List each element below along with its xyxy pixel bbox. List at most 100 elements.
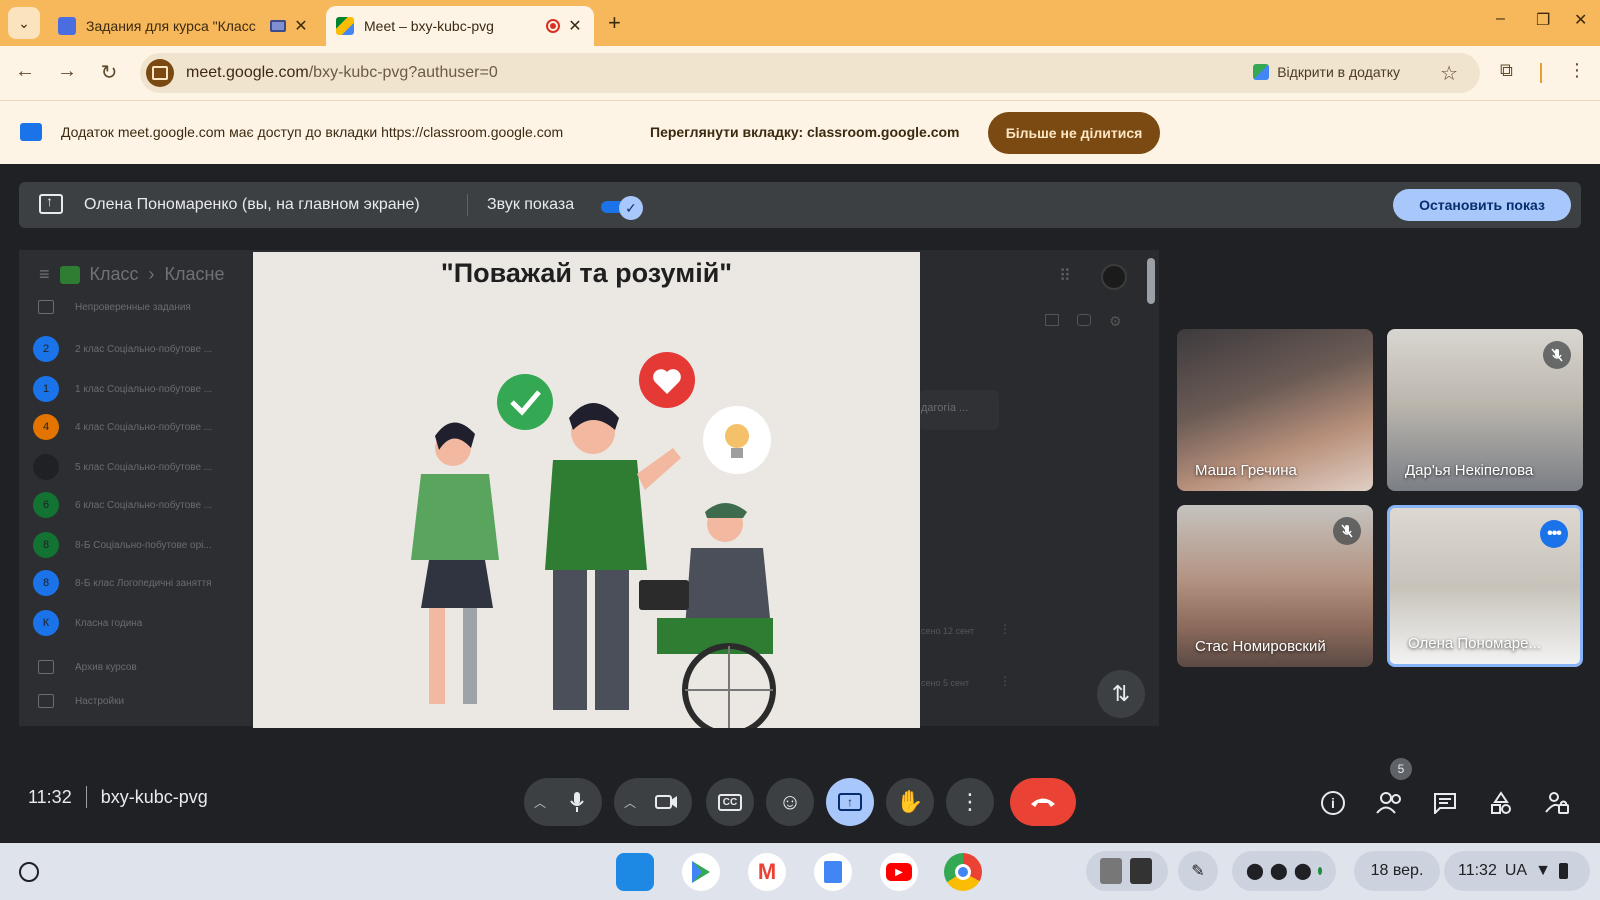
stop-presenting-button[interactable]: Остановить показ [1393, 189, 1571, 221]
view-shared-tab-link[interactable]: Переглянути вкладку: classroom.google.co… [650, 124, 960, 140]
participant-tile[interactable]: Дар'ья Некіпелова [1387, 329, 1583, 491]
tab-meet[interactable]: Meet – bxy-kubc-pvg ✕ [326, 6, 594, 46]
share-audio-toggle[interactable]: ✓ [601, 196, 643, 220]
status-notifications[interactable]: ⬤ ⬤ ⬤ [1232, 851, 1336, 891]
close-tab-icon[interactable]: ✕ [292, 16, 310, 36]
url-path: /bxy-kubc-pvg?authuser=0 [308, 64, 498, 81]
classroom-favicon-icon [58, 17, 76, 35]
video-settings-chevron-icon[interactable]: ︿ [616, 794, 644, 811]
audio-settings-chevron-icon[interactable]: ︿ [526, 794, 554, 811]
swap-layout-icon[interactable]: ⇅ [1097, 670, 1145, 718]
date-tray[interactable]: 18 вер. [1354, 851, 1440, 891]
stylus-tools-button[interactable]: ✎ [1178, 851, 1218, 891]
browser-toolbar: ← → ↻ meet.google.com/bxy-kubc-pvg?authu… [0, 46, 1600, 100]
post-date: сено 12 сент [921, 626, 975, 636]
menu-icon: ≡ [39, 264, 50, 284]
course-label: Настройки [75, 695, 125, 707]
new-tab-icon[interactable]: + [608, 10, 621, 36]
slide-illustration [411, 352, 776, 728]
meet-favicon-icon [336, 17, 354, 35]
folder-icon [38, 694, 54, 708]
browser-menu-icon[interactable]: ⋮ [1568, 60, 1586, 81]
course-avatar: К [33, 610, 59, 636]
participant-tile-self[interactable]: ••• Олена Пономаре... [1387, 505, 1583, 667]
folder-icon [38, 660, 54, 674]
close-tab-icon[interactable]: ✕ [566, 16, 584, 36]
shared-screen-scrollbar [1147, 258, 1155, 304]
back-icon[interactable]: ← [12, 60, 38, 83]
present-screen-icon [39, 193, 63, 214]
classroom-course-item: 1 1 клас Соціально-побутове ... [33, 376, 212, 402]
presenter-name: Олена Пономаренко (вы, на главном экране… [84, 196, 420, 213]
notification-icon: ⬤ [1269, 863, 1288, 880]
classroom-course-item: К Класна година [33, 610, 142, 636]
launcher-icon[interactable] [14, 857, 44, 887]
close-window-icon[interactable]: ✕ [1574, 10, 1587, 30]
host-controls-button[interactable] [1542, 788, 1572, 818]
docs-app-icon[interactable] [814, 853, 852, 891]
tab-search-button[interactable]: ⌄ [8, 7, 40, 39]
slide-title: "Поважай та розумій" [440, 258, 733, 288]
system-status-tray[interactable]: 11:32 UA ▼ [1444, 851, 1590, 891]
classroom-course-item: 4 4 клас Соціально-побутове ... [33, 414, 212, 440]
minimize-icon[interactable]: – [1496, 10, 1505, 28]
leave-call-button[interactable] [1010, 778, 1076, 826]
mic-icon[interactable] [554, 779, 600, 825]
screenshot-thumbnail [1130, 858, 1152, 884]
activities-button[interactable] [1486, 788, 1516, 818]
camera-icon[interactable] [644, 779, 690, 825]
play-store-app-icon[interactable] [682, 853, 720, 891]
course-label: 4 клас Соціально-побутове ... [75, 421, 213, 433]
course-avatar: 5 [33, 454, 59, 480]
chat-icon [1434, 793, 1456, 814]
open-in-app-button[interactable]: Відкрити в додатку [1253, 64, 1400, 80]
people-button[interactable] [1374, 788, 1404, 818]
stop-sharing-button[interactable]: Більше не ділитися [988, 112, 1160, 154]
restore-icon[interactable]: ❐ [1536, 10, 1550, 30]
more-options-icon[interactable]: ••• [1540, 520, 1568, 548]
system-date: 18 вер. [1370, 862, 1424, 879]
meeting-info-button[interactable]: i [1318, 788, 1348, 818]
site-info-icon[interactable] [146, 59, 174, 87]
presentation-slide: "Поважай та розумій" [253, 252, 920, 728]
bookmark-star-icon[interactable]: ☆ [1440, 61, 1458, 86]
reload-icon[interactable]: ↻ [96, 60, 122, 85]
more-options-button[interactable]: ⋮ [946, 778, 994, 826]
gmail-app-icon[interactable]: M [748, 853, 786, 891]
participant-tile[interactable]: Стас Номировский [1177, 505, 1373, 667]
raise-hand-button[interactable]: ✋ [886, 778, 934, 826]
chrome-app-icon[interactable] [944, 853, 982, 891]
classroom-sidebar: ≡ Класс › Класне Непроверенные задания 2 2… [19, 250, 251, 726]
present-now-button[interactable]: ↑ [826, 778, 874, 826]
screen-root: ⌄ Задания для курса "Класс ✕ Meet – bxy-… [0, 0, 1600, 900]
course-label: 8-Б клас Логопедичні заняття [75, 577, 212, 589]
topic-card-text: дагогіа ... [921, 402, 969, 414]
people-count-badge: 5 [1390, 758, 1412, 780]
files-app-icon[interactable] [616, 853, 654, 891]
notification-icon: ⬤ [1293, 863, 1312, 880]
participant-tile[interactable]: Маша Гречина [1177, 329, 1373, 491]
holding-space-tray[interactable] [1086, 851, 1168, 891]
classroom-course-item: Непроверенные задания [33, 300, 191, 314]
browser-tab-strip: ⌄ Задания для курса "Класс ✕ Meet – bxy-… [0, 0, 1600, 46]
address-bar[interactable]: meet.google.com/bxy-kubc-pvg?authuser=0 … [140, 53, 1480, 93]
pen-icon: ✎ [1191, 863, 1205, 880]
tab-title: Задания для курса "Класс [86, 18, 256, 34]
extensions-icon[interactable]: ⧉ [1500, 60, 1513, 81]
toolbar-divider [1540, 63, 1542, 83]
tab-classroom[interactable]: Задания для курса "Класс ✕ [48, 6, 320, 46]
screenshot-thumbnail [1100, 858, 1122, 884]
system-shelf: M ▶ ✎ ⬤ ⬤ ⬤ 18 вер. 11:32 UA ▼ [0, 843, 1600, 900]
forward-icon[interactable]: → [54, 60, 80, 83]
meeting-code: bxy-kubc-pvg [100, 786, 208, 807]
youtube-app-icon[interactable]: ▶ [880, 853, 918, 891]
classroom-course-item: Архив курсов [33, 660, 137, 674]
captions-button[interactable]: CC [706, 778, 754, 826]
share-audio-label: Звук показа [487, 196, 575, 213]
reactions-button[interactable]: ☺ [766, 778, 814, 826]
chat-button[interactable] [1430, 788, 1460, 818]
classroom-course-item: 2 2 клас Соціально-побутове ... [33, 336, 212, 362]
classroom-stream: ⠿ ⚙ дагогіа ... сено 12 сент ⋮ сено 5 се… [919, 250, 1159, 726]
meeting-time: 11:32 [28, 786, 72, 807]
active-dot-icon [1317, 867, 1322, 875]
